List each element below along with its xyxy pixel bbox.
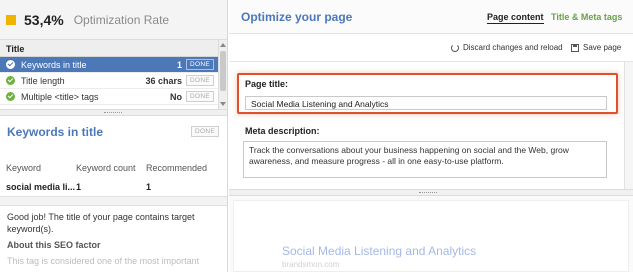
keyword-count-cell: 1 [76,181,82,192]
tab-title-meta-tags[interactable]: Title & Meta tags [551,12,622,22]
scroll-down-icon[interactable] [220,102,226,106]
factor-name: Multiple <title> tags [21,91,99,102]
table-header: Keyword Keyword count Recommended [6,160,216,175]
done-badge: DONE [186,75,214,86]
page-title-label: Page title: [245,79,289,89]
grip-icon [104,112,122,114]
floppy-icon [571,43,579,52]
discard-label: Discard changes and reload [463,43,563,52]
keywords-panel-done-badge: DONE [191,126,219,137]
optimization-rate-value: 53,4% [24,11,64,28]
table-row: social media li... 1 1 [6,179,216,194]
keyword-cell: social media li... [6,181,76,192]
editor-header: Optimize your page Page content Title & … [229,0,633,34]
factor-row-title-length[interactable]: Title length 36 chars DONE [0,73,218,89]
reload-icon [451,43,459,52]
keywords-divider [0,196,227,206]
optimization-rate-bar: 53,4% Optimization Rate [0,0,227,40]
editor-toolbar: Discard changes and reload Save page [229,34,633,62]
about-text: This tag is considered one of the most i… [7,256,200,266]
seo-optimizer-window: 53,4% Optimization Rate Title Keywords i… [0,0,633,272]
column-header: Keyword count [76,162,136,173]
about-heading: About this SEO factor [7,240,101,250]
check-icon [6,76,15,85]
rate-status-square [6,14,16,25]
preview-title: Social Media Listening and Analytics [282,244,477,258]
column-header: Recommended [146,162,208,173]
editor-title: Optimize your page [241,10,353,24]
factor-group-header: Title [0,40,218,57]
column-header: Keyword [6,162,42,173]
save-label: Save page [583,43,622,52]
keywords-panel-title: Keywords in title [7,125,104,139]
scroll-up-icon[interactable] [220,43,226,47]
factor-row-multiple-title-tags[interactable]: Multiple <title> tags No DONE [0,89,218,105]
preview-url: brandsmon.com [282,260,340,269]
factor-value: No [170,91,183,102]
success-message: Good job! The title of your page contain… [7,212,195,234]
left-panel: 53,4% Optimization Rate Title Keywords i… [0,0,228,272]
factor-name: Title length [21,75,65,86]
recommended-cell: 1 [146,181,152,192]
editor-scrollbar[interactable] [624,62,633,189]
page-title-input[interactable]: Social Media Listening and Analytics [245,96,607,110]
search-preview: Social Media Listening and Analytics bra… [229,196,633,272]
done-badge: DONE [186,59,214,70]
factor-value: 36 chars [145,75,183,86]
page-title-highlight: Page title: Social Media Listening and A… [237,73,618,114]
optimization-rate-label: Optimization Rate [73,12,170,27]
factor-list: Keywords in title 1 DONE Title length 36… [0,57,218,109]
grip-icon [419,192,437,194]
tab-page-content[interactable]: Page content [487,12,544,24]
keywords-table: Keyword Keyword count Recommended social… [6,160,216,194]
discard-button[interactable]: Discard changes and reload [451,43,563,52]
left-panel-splitter[interactable] [0,109,227,116]
factor-list-scrollbar[interactable] [218,40,227,109]
save-button[interactable]: Save page [571,43,621,52]
scroll-thumb[interactable] [220,51,226,91]
check-icon [6,92,15,101]
done-badge: DONE [186,91,214,102]
meta-description-label: Meta description: [245,126,320,136]
right-panel-splitter[interactable] [229,189,633,196]
factor-name: Keywords in title [21,59,87,70]
factor-row-keywords-in-title[interactable]: Keywords in title 1 DONE [0,57,218,73]
factor-value: 1 [177,59,183,70]
check-icon [6,60,15,69]
right-panel: Optimize your page Page content Title & … [229,0,633,272]
meta-description-textarea[interactable]: Track the conversations about your busin… [243,141,607,178]
meta-editor: Page title: Social Media Listening and A… [229,62,633,189]
